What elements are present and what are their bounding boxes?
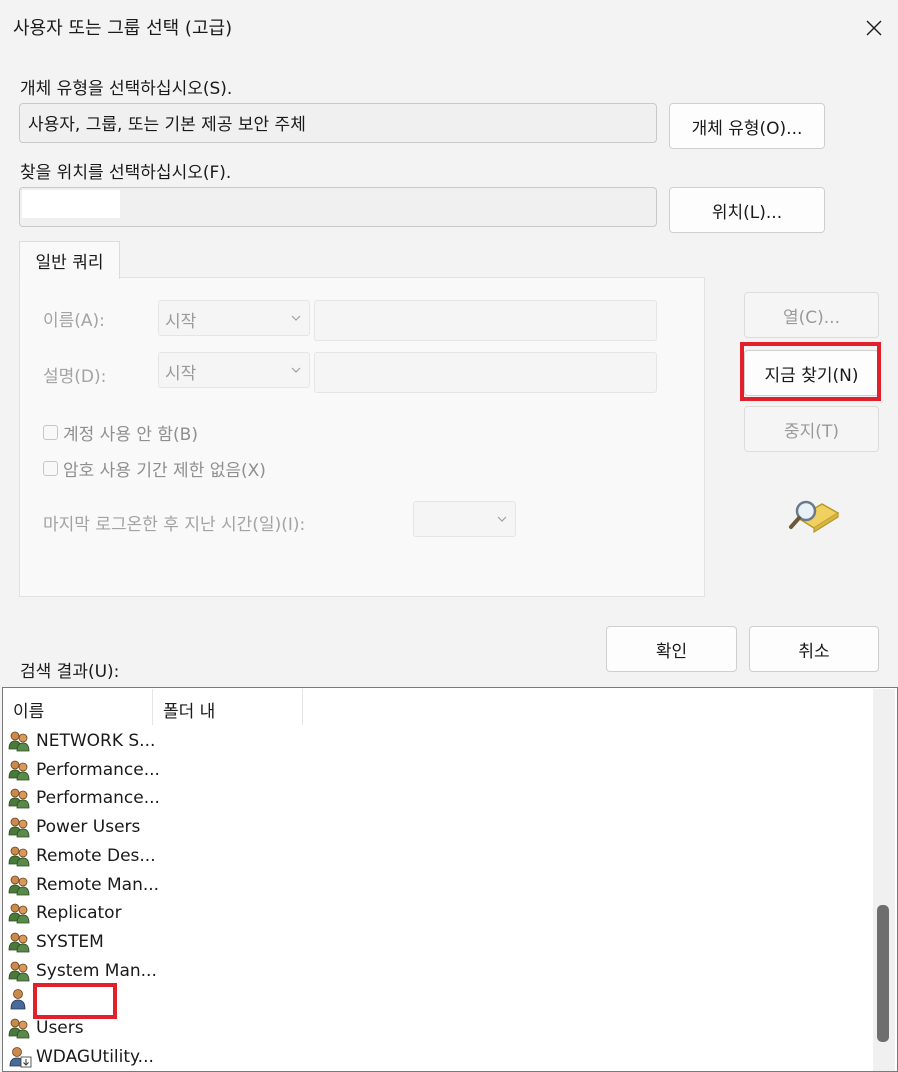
list-item-name: Performance...: [36, 788, 160, 809]
non-expiring-password-label: 암호 사용 기간 제한 없음(X): [63, 461, 266, 481]
description-input[interactable]: [314, 352, 657, 393]
chevron-down-icon: [497, 516, 507, 522]
group-icon: [8, 845, 32, 867]
user-download-icon: [8, 1046, 32, 1068]
list-item[interactable]: Remote Des...: [8, 842, 156, 870]
ok-button[interactable]: 확인: [606, 626, 737, 672]
locations-button[interactable]: 위치(L)...: [669, 187, 825, 233]
object-type-value: 사용자, 그룹, 또는 기본 제공 보안 주체: [28, 115, 306, 135]
group-icon: [8, 874, 32, 896]
description-label: 설명(D):: [43, 367, 107, 387]
days-since-logon-select[interactable]: [413, 501, 516, 537]
disabled-accounts-checkbox-row[interactable]: 계정 사용 안 함(B): [43, 420, 198, 445]
object-type-field: 사용자, 그룹, 또는 기본 제공 보안 주체: [19, 103, 657, 143]
list-item[interactable]: SYSTEM: [8, 928, 104, 956]
cancel-button[interactable]: 취소: [749, 626, 879, 672]
disabled-accounts-checkbox[interactable]: [43, 425, 58, 440]
list-item-name: Replicator: [36, 903, 122, 924]
user-row-highlight: [33, 983, 117, 1019]
column-header-name-label: 이름: [13, 702, 45, 722]
list-item[interactable]: Remote Man...: [8, 871, 159, 899]
description-mode-select[interactable]: 시작: [158, 352, 310, 388]
search-magnifier-icon: [788, 496, 840, 536]
chevron-down-icon: [291, 315, 301, 321]
group-icon: [8, 960, 32, 982]
close-icon: [866, 20, 882, 36]
list-item[interactable]: System Man...: [8, 957, 157, 985]
object-type-label: 개체 유형을 선택하십시오(S).: [20, 79, 233, 99]
list-item[interactable]: [8, 985, 36, 1013]
user-icon: [8, 988, 32, 1010]
column-header-name[interactable]: 이름: [3, 689, 153, 725]
list-item[interactable]: NETWORK S...: [8, 727, 155, 755]
column-header-folder-label: 폴더 내: [163, 702, 216, 722]
group-icon: [8, 902, 32, 924]
list-item-name: Performance...: [36, 759, 160, 780]
group-icon: [8, 759, 32, 781]
results-scrollbar-thumb[interactable]: [877, 905, 889, 1042]
redacted-location: [22, 190, 120, 218]
tab-common-queries[interactable]: 일반 쿼리: [19, 241, 120, 279]
list-item[interactable]: Performance...: [8, 784, 160, 812]
stop-button[interactable]: 중지(T): [744, 406, 879, 452]
find-now-highlight: [740, 342, 881, 401]
name-mode-select[interactable]: 시작: [158, 300, 310, 336]
name-label: 이름(A):: [43, 311, 105, 331]
object-types-button[interactable]: 개체 유형(O)...: [669, 103, 825, 149]
disabled-accounts-label: 계정 사용 안 함(B): [63, 425, 198, 445]
group-icon: [8, 787, 32, 809]
non-expiring-password-row[interactable]: 암호 사용 기간 제한 없음(X): [43, 456, 266, 481]
list-item-name: WDAGUtility...: [36, 1046, 154, 1067]
window-title: 사용자 또는 그룹 선택 (고급): [13, 18, 233, 39]
group-icon: [8, 1017, 32, 1039]
close-button[interactable]: [855, 8, 893, 48]
description-mode-value: 시작: [165, 364, 197, 384]
list-item-name: Remote Des...: [36, 845, 156, 866]
group-icon: [8, 730, 32, 752]
group-icon: [8, 816, 32, 838]
chevron-down-icon: [291, 367, 301, 373]
list-item[interactable]: Performance...: [8, 756, 160, 784]
column-header-folder[interactable]: 폴더 내: [153, 689, 303, 725]
search-results-label: 검색 결과(U):: [20, 662, 120, 682]
list-item[interactable]: WDAGUtility...: [8, 1043, 154, 1071]
days-since-logon-label: 마지막 로그온한 후 지난 시간(일)(I):: [43, 515, 306, 535]
list-item-name: Power Users: [36, 817, 141, 838]
list-item[interactable]: Power Users: [8, 813, 140, 841]
columns-button[interactable]: 열(C)...: [744, 292, 879, 338]
location-label: 찾을 위치를 선택하십시오(F).: [20, 163, 232, 183]
non-expiring-password-checkbox[interactable]: [43, 461, 58, 476]
list-item-name: Users: [36, 1018, 84, 1038]
name-mode-value: 시작: [165, 312, 197, 332]
list-item-name: SYSTEM: [36, 931, 104, 952]
list-item[interactable]: Replicator: [8, 899, 122, 927]
name-input[interactable]: [314, 300, 657, 341]
list-item-name: Remote Man...: [36, 874, 160, 895]
list-item-name: NETWORK S...: [36, 731, 156, 751]
list-item-name: System Man...: [36, 960, 157, 981]
group-icon: [8, 931, 32, 953]
